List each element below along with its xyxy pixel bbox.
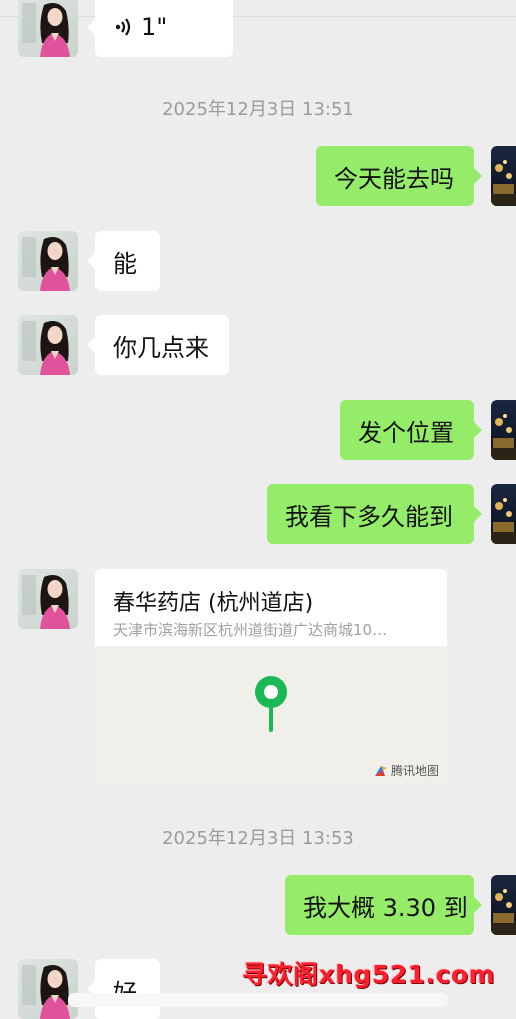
map-brand: 腾讯地图 [374,762,439,779]
outgoing-message-bubble[interactable]: 今天能去吗 [316,146,482,206]
message-text: 我看下多久能到 [285,502,453,531]
site-watermark: 寻欢阁xhg521.com [242,960,496,989]
voice-message-bubble[interactable]: 1" [86,0,234,57]
contact-avatar[interactable] [18,231,78,291]
message-text: 今天能去吗 [334,164,454,193]
message-text: 能 [113,249,137,278]
voice-wave-icon [113,15,135,39]
message-timestamp: 2025年12月3日 13:51 [162,99,354,120]
outgoing-message-bubble[interactable]: 发个位置 [340,400,482,460]
outgoing-message-bubble[interactable]: 我看下多久能到 [267,484,482,544]
my-avatar[interactable] [491,146,516,206]
incoming-message-bubble[interactable]: 好 [87,959,160,1019]
voice-duration: 1" [141,13,168,41]
input-bar-edge [68,993,448,1007]
outgoing-message-bubble[interactable]: 我大概 3.30 到 [285,875,482,935]
incoming-message-bubble[interactable]: 你几点来 [87,315,229,375]
my-avatar[interactable] [491,400,516,460]
location-title: 春华药店 (杭州道店) [113,591,314,616]
location-address: 天津市滨海新区杭州道街道广达商城10… [113,621,388,639]
my-avatar[interactable] [491,875,516,935]
incoming-message-bubble[interactable]: 能 [87,231,160,291]
location-message-card[interactable]: 春华药店 (杭州道店) 天津市滨海新区杭州道街道广达商城10… 腾讯地图 [95,569,447,785]
contact-avatar[interactable] [18,959,78,1019]
map-brand-label: 腾讯地图 [390,764,439,778]
contact-avatar[interactable] [18,0,78,57]
contact-avatar[interactable] [18,569,78,629]
message-text: 发个位置 [358,418,454,447]
contact-avatar[interactable] [18,315,78,375]
map-pin-icon [255,676,287,732]
tencent-map-logo-icon [374,765,387,776]
my-avatar[interactable] [491,484,516,544]
location-map-preview[interactable]: 腾讯地图 [95,646,447,785]
message-timestamp: 2025年12月3日 13:53 [162,828,354,849]
message-text: 你几点来 [113,333,209,362]
message-text: 我大概 3.30 到 [303,893,468,922]
